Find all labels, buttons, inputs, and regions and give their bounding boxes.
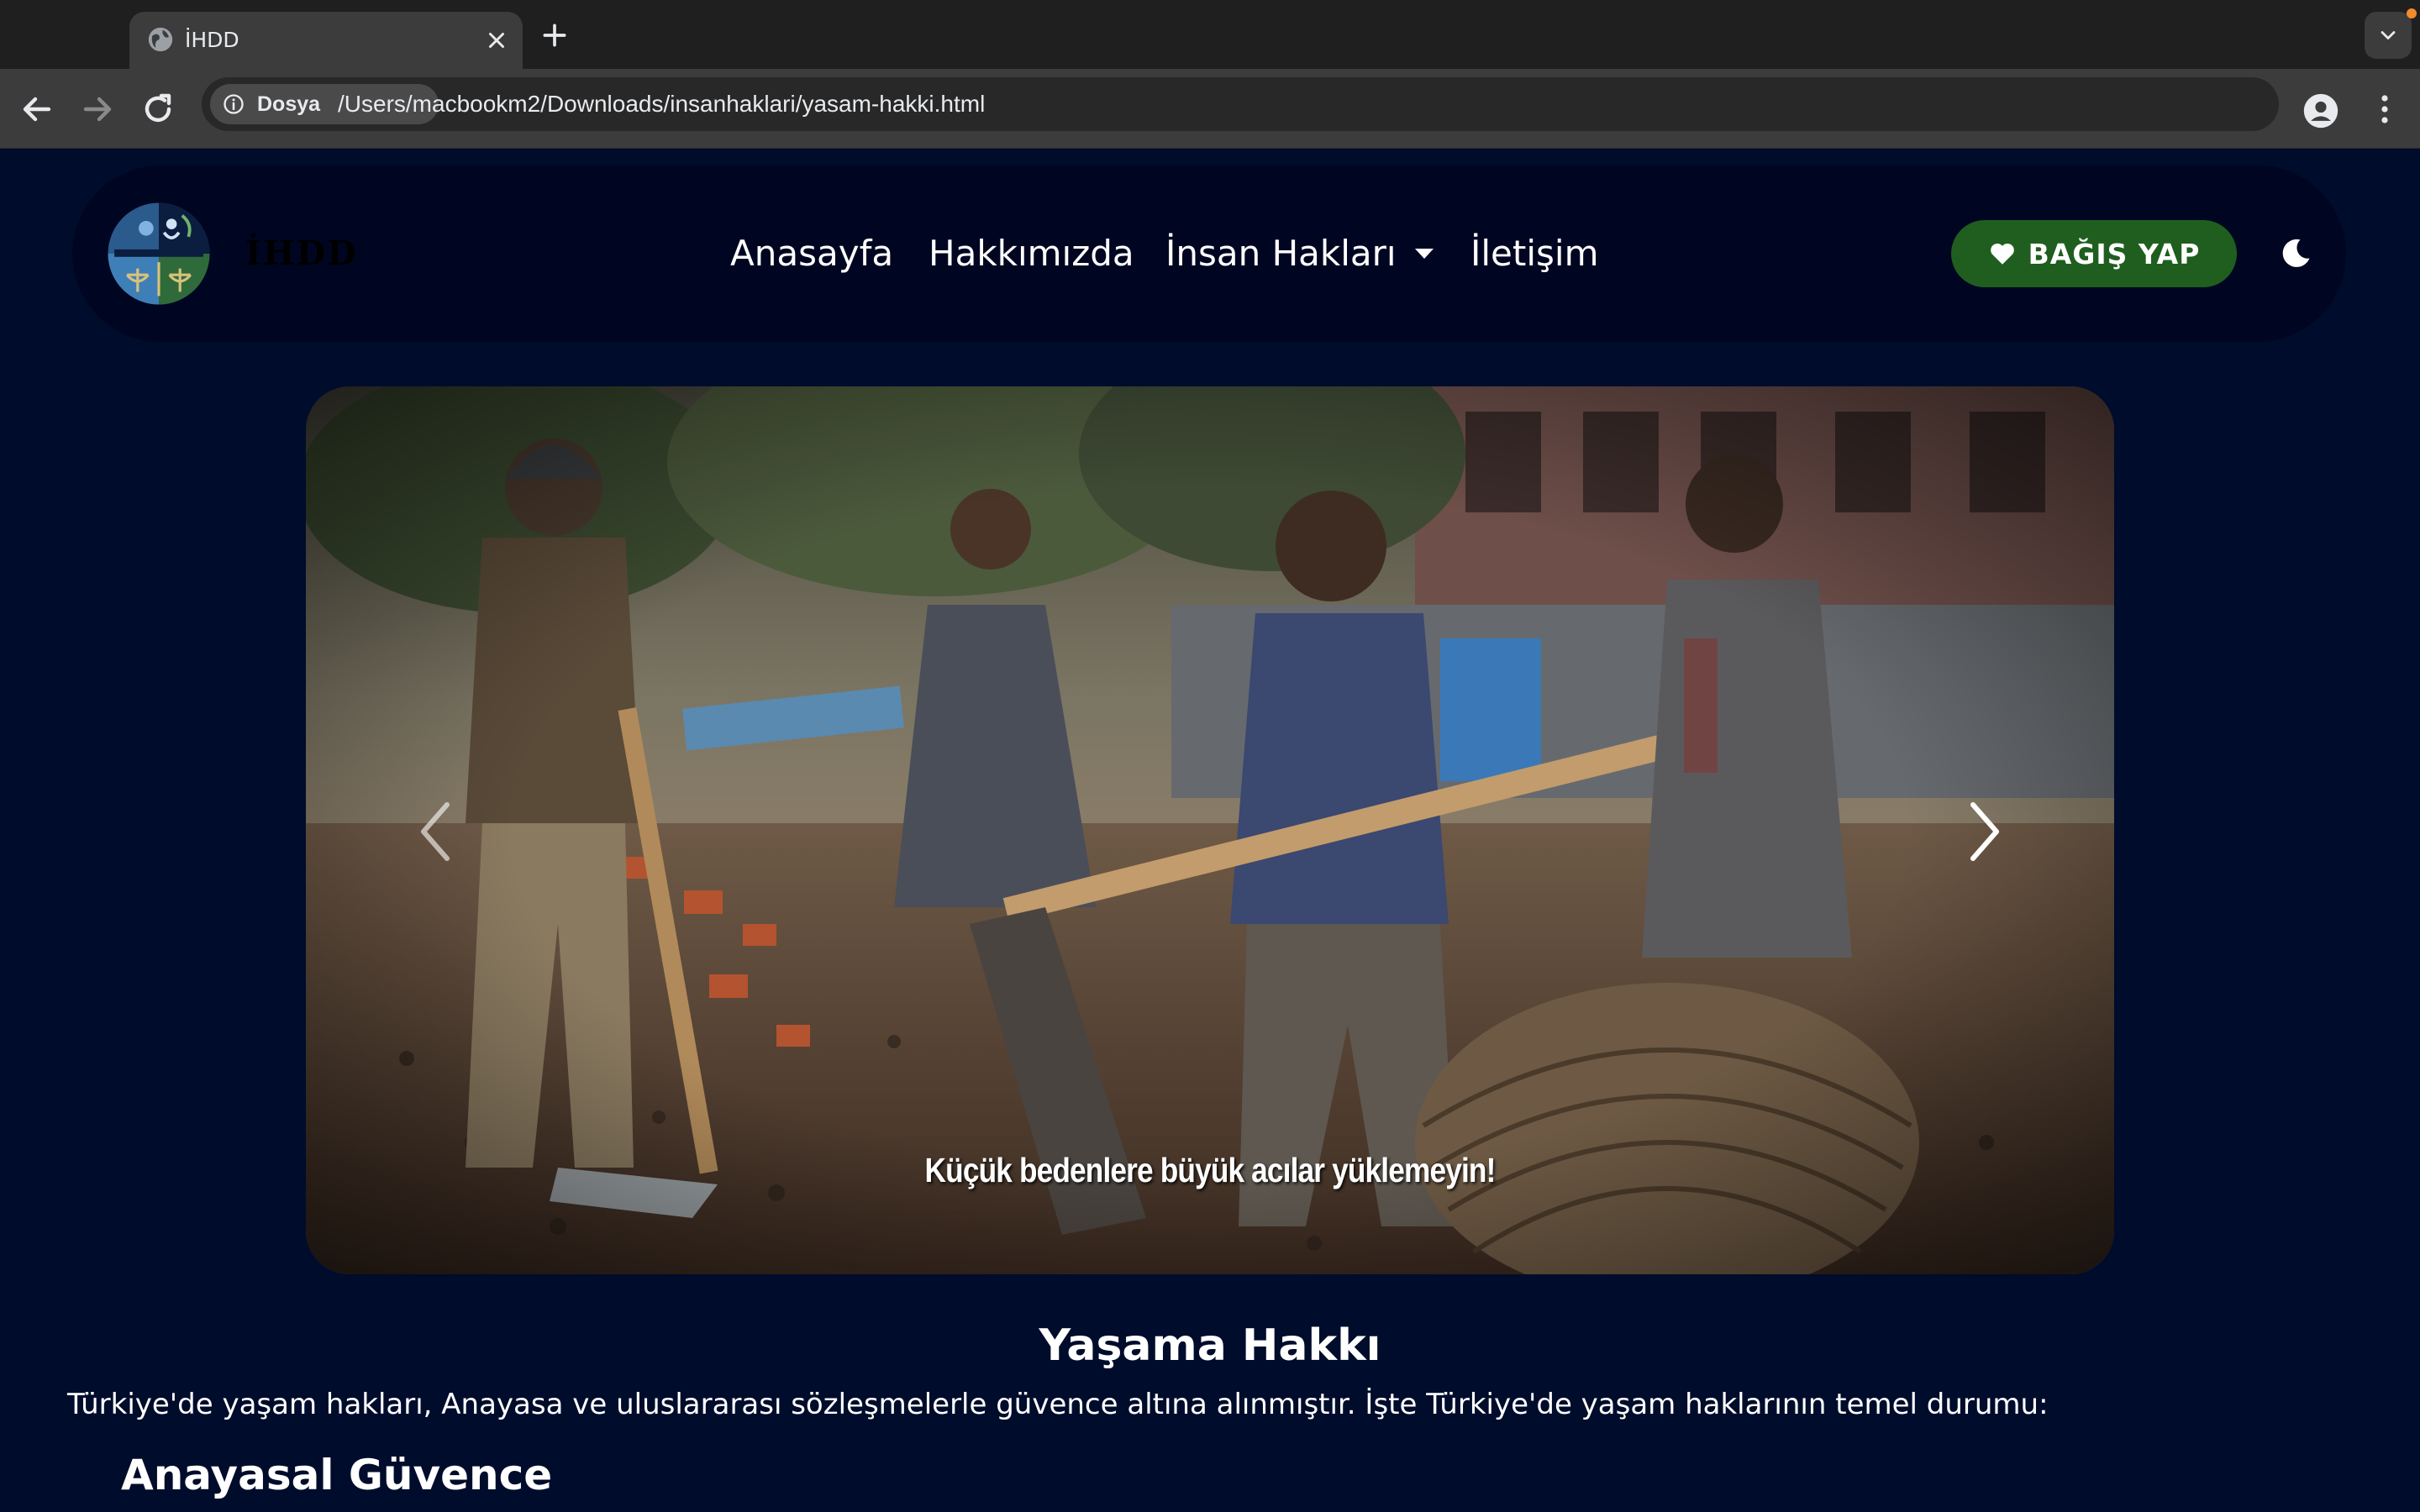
plus-icon[interactable] xyxy=(538,18,571,52)
chevron-left-icon[interactable] xyxy=(410,798,460,865)
tab-strip: İHDD xyxy=(0,0,2420,69)
section-subheading: Anayasal Güvence xyxy=(121,1451,553,1499)
tab-search-button[interactable] xyxy=(2365,12,2412,59)
nav-link-hakkimizda[interactable]: Hakkımızda xyxy=(929,165,1134,342)
info-icon xyxy=(224,94,244,114)
moon-icon[interactable] xyxy=(2277,235,2314,272)
nav-link-iletisim[interactable]: İletişim xyxy=(1470,165,1599,342)
page-title: Yaşama Hakkı xyxy=(1039,1320,1381,1371)
donate-label: BAĞIŞ YAP xyxy=(2028,237,2201,270)
donate-button[interactable]: BAĞIŞ YAP xyxy=(1951,220,2237,287)
nav-link-anasayfa[interactable]: Anasayfa xyxy=(730,165,893,342)
carousel-image xyxy=(306,386,2114,1274)
browser-toolbar: Dosya /Users/macbookm2/Downloads/insanha… xyxy=(0,69,2420,149)
profile-icon[interactable] xyxy=(2302,92,2339,129)
heart-icon xyxy=(1990,243,2014,265)
forward-icon[interactable] xyxy=(77,89,118,129)
menu-icon[interactable] xyxy=(2365,89,2405,129)
tab-title: İHDD xyxy=(185,28,239,52)
intro-paragraph: Türkiye'de yaşam hakları, Anayasa ve ulu… xyxy=(67,1388,2049,1421)
back-icon[interactable] xyxy=(17,89,57,129)
nav-link-insan-haklari-label: İnsan Hakları xyxy=(1165,233,1397,274)
brand-name[interactable]: İHDD xyxy=(245,165,358,342)
nav-link-insan-haklari[interactable]: İnsan Hakları xyxy=(1165,165,1434,342)
chevron-down-icon xyxy=(2381,31,2396,39)
carousel-caption: Küçük bedenlere büyük acılar yüklemeyin! xyxy=(924,1151,1497,1189)
caret-down-icon xyxy=(1414,248,1434,259)
url-text[interactable]: /Users/macbookm2/Downloads/insanhaklari/… xyxy=(338,77,985,131)
globe-icon xyxy=(148,27,173,52)
chevron-right-icon[interactable] xyxy=(1960,798,2010,865)
browser-tab[interactable]: İHDD xyxy=(129,12,523,69)
close-icon[interactable] xyxy=(484,28,509,53)
image-carousel: Küçük bedenlere büyük acılar yüklemeyin! xyxy=(306,386,2114,1274)
page-content: İHDD Anasayfa Hakkımızda İnsan Hakları İ… xyxy=(0,149,2420,1512)
site-navbar: İHDD Anasayfa Hakkımızda İnsan Hakları İ… xyxy=(72,165,2346,342)
notification-dot xyxy=(2407,8,2417,18)
site-info-label: Dosya xyxy=(257,92,321,116)
address-bar[interactable]: Dosya /Users/macbookm2/Downloads/insanha… xyxy=(202,77,2279,131)
reload-icon[interactable] xyxy=(138,89,178,129)
logo[interactable] xyxy=(106,201,212,307)
